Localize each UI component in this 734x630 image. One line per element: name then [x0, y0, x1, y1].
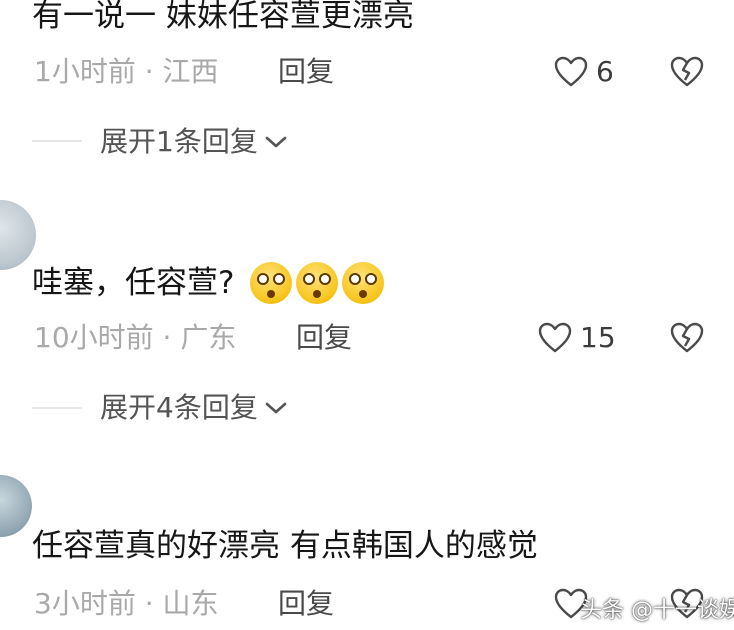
avatar[interactable] [0, 200, 36, 270]
comment-body: 哇塞，任容萱? [32, 262, 385, 304]
comment-text: 任容萱真的好漂亮 有点韩国人的感觉 [32, 528, 538, 564]
drooling-face-emoji [296, 262, 339, 304]
comment-text: 哇塞，任容萱? [32, 265, 235, 301]
expand-divider [32, 407, 82, 409]
chevron-down-icon [265, 402, 287, 414]
reply-button[interactable]: 回复 [278, 586, 334, 622]
expand-replies-button[interactable]: 展开4条回复 [100, 390, 288, 426]
drooling-face-emoji [250, 262, 293, 304]
comment-time-location: 10小时前 · 广东 [34, 321, 237, 354]
broken-heart-icon[interactable] [670, 322, 704, 354]
comment-time-location: 3小时前 · 山东 [34, 587, 219, 620]
comment-time-location: 1小时前 · 江西 [34, 55, 219, 88]
comment-list: 有一说一 妹妹任容萱更漂亮 1小时前 · 江西 回复 6 展开1条回复 哇塞，任… [0, 0, 734, 630]
heart-outline-icon[interactable] [538, 322, 572, 354]
expand-replies-button[interactable]: 展开1条回复 [100, 124, 288, 160]
emoji-group [250, 262, 385, 304]
expand-replies-label: 展开1条回复 [100, 125, 258, 158]
reply-button[interactable]: 回复 [278, 54, 334, 90]
broken-heart-icon[interactable] [670, 56, 704, 88]
like-count: 6 [596, 55, 614, 88]
comment-text: 有一说一 妹妹任容萱更漂亮 [32, 0, 414, 34]
like-count: 15 [580, 321, 616, 354]
heart-outline-icon[interactable] [554, 56, 588, 88]
avatar[interactable] [0, 475, 32, 537]
drooling-face-emoji [342, 262, 385, 304]
chevron-down-icon [265, 136, 287, 148]
reply-button[interactable]: 回复 [296, 320, 352, 356]
watermark: 头条 @十一谈娱 [580, 598, 734, 623]
expand-replies-label: 展开4条回复 [100, 391, 258, 424]
expand-divider [32, 140, 82, 142]
